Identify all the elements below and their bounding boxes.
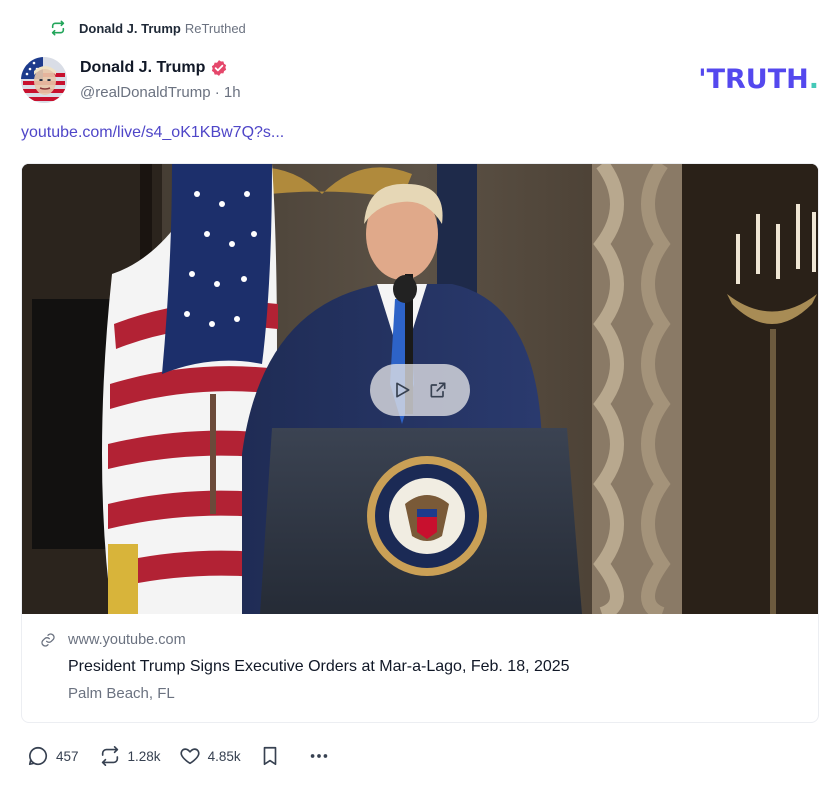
bookmark-icon	[259, 745, 281, 767]
play-icon[interactable]	[391, 379, 413, 401]
video-thumbnail[interactable]	[22, 164, 818, 614]
like-count: 4.85k	[207, 748, 241, 764]
more-icon	[308, 745, 330, 767]
post-link[interactable]: youtube.com/live/s4_oK1KBw7Q?s...	[21, 124, 284, 142]
card-title[interactable]: President Trump Signs Executive Orders a…	[68, 658, 570, 676]
avatar[interactable]	[21, 57, 67, 103]
author-meta: @realDonaldTrump · 1h	[80, 84, 241, 101]
logo-accent: '	[698, 64, 707, 95]
retruth-icon	[50, 20, 66, 36]
reply-button[interactable]: 457	[27, 745, 79, 767]
bookmark-button[interactable]	[259, 745, 288, 767]
retruth-banner: Donald J. Trump ReTruthed	[50, 20, 246, 36]
identity: Donald J. Trump @realDonaldTrump · 1h	[80, 59, 241, 101]
verified-badge-icon	[210, 59, 228, 77]
like-icon	[179, 745, 201, 767]
post-header: Donald J. Trump @realDonaldTrump · 1h	[21, 57, 241, 103]
card-info: www.youtube.com President Trump Signs Ex…	[40, 632, 570, 702]
link-icon	[40, 632, 56, 648]
link-preview-card[interactable]: www.youtube.com President Trump Signs Ex…	[21, 163, 819, 723]
retruth-label: ReTruthed	[184, 20, 246, 36]
author-name[interactable]: Donald J. Trump	[80, 59, 205, 77]
reply-icon	[27, 745, 49, 767]
logo-text: TRUTH	[706, 64, 809, 95]
external-link-icon[interactable]	[427, 379, 449, 401]
retruth-author-link[interactable]: Donald J. Trump	[79, 21, 181, 36]
video-controls-overlay	[370, 364, 470, 416]
like-button[interactable]: 4.85k	[179, 745, 241, 767]
retruth-count: 1.28k	[127, 748, 161, 764]
more-button[interactable]	[308, 745, 337, 767]
card-domain: www.youtube.com	[68, 632, 186, 648]
retruth-button[interactable]: 1.28k	[99, 745, 161, 767]
post-time[interactable]: 1h	[224, 84, 241, 101]
retruth-icon	[99, 745, 121, 767]
meta-separator: ·	[214, 84, 220, 101]
card-description: Palm Beach, FL	[68, 685, 175, 702]
truth-logo[interactable]: 'TRUTH.	[698, 64, 819, 95]
action-bar: 457 1.28k 4.85k	[27, 745, 337, 767]
presidential-seal	[367, 456, 487, 576]
author-handle[interactable]: @realDonaldTrump	[80, 84, 211, 101]
logo-dot: .	[808, 64, 819, 95]
reply-count: 457	[56, 748, 79, 764]
